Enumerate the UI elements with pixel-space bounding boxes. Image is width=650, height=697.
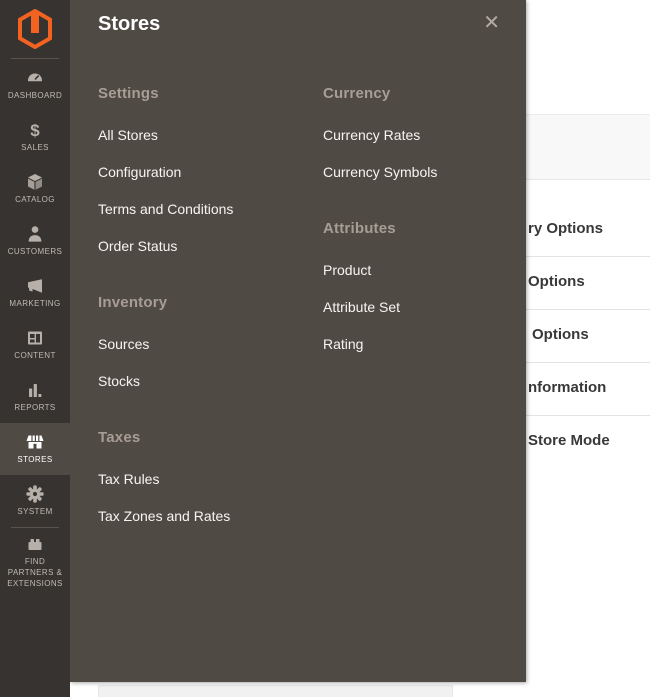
sidebar-item-label: CUSTOMERS [8,247,63,258]
flyout-section-inventory: Inventory Sources Stocks [98,294,313,389]
sidebar-item-label: STORES [17,455,52,466]
flyout-section-currency: Currency Currency Rates Currency Symbols [323,85,513,180]
menu-item-configuration[interactable]: Configuration [98,165,313,180]
page-content-block [98,685,453,697]
sidebar-item-customers[interactable]: CUSTOMERS [0,215,70,267]
section-heading: Taxes [98,429,313,446]
sidebar-item-sales[interactable]: $ SALES [0,111,70,163]
stores-flyout-menu: Stores ✕ Settings All Stores Configurati… [70,0,526,682]
gear-icon [25,484,45,504]
admin-sidebar: DASHBOARD $ SALES CATALOG [0,0,70,697]
menu-item-order-status[interactable]: Order Status [98,239,313,254]
config-section-title: Options [528,273,585,290]
sidebar-item-label: SYSTEM [17,507,52,518]
screen: ry Options Options Options nformation St… [0,0,650,697]
flyout-section-taxes: Taxes Tax Rules Tax Zones and Rates [98,429,313,524]
config-section-title: Options [532,326,589,343]
sidebar-item-label: SALES [21,143,49,154]
magento-logo[interactable] [0,0,70,58]
sidebar-item-dashboard[interactable]: DASHBOARD [0,59,70,111]
section-heading: Inventory [98,294,313,311]
sidebar-item-label: CATALOG [15,195,55,206]
sidebar-item-stores[interactable]: STORES [0,423,70,475]
flyout-section-attributes: Attributes Product Attribute Set Rating [323,220,513,352]
box-icon [25,172,45,192]
person-icon [25,224,45,244]
brick-icon [25,534,45,554]
config-section-title: Store Mode [528,432,610,449]
menu-item-currency-symbols[interactable]: Currency Symbols [323,165,513,180]
storefront-icon [24,432,46,452]
menu-item-sources[interactable]: Sources [98,337,313,352]
megaphone-icon [25,276,45,296]
menu-item-product[interactable]: Product [323,263,513,278]
layout-icon [25,328,45,348]
gauge-icon [25,68,45,88]
menu-item-stocks[interactable]: Stocks [98,374,313,389]
menu-item-rating[interactable]: Rating [323,337,513,352]
config-section-title: ry Options [528,220,603,237]
dollar-icon: $ [25,120,45,140]
sidebar-item-label: REPORTS [14,403,55,414]
menu-item-attribute-set[interactable]: Attribute Set [323,300,513,315]
flyout-column-right: Currency Currency Rates Currency Symbols… [323,85,513,392]
flyout-title: Stores [98,13,160,36]
sidebar-item-reports[interactable]: REPORTS [0,371,70,423]
close-icon[interactable]: ✕ [479,8,504,37]
sidebar-item-catalog[interactable]: CATALOG [0,163,70,215]
svg-text:$: $ [30,121,40,140]
sidebar-item-system[interactable]: SYSTEM [0,475,70,527]
section-heading: Settings [98,85,313,102]
bar-chart-icon [25,380,45,400]
sidebar-item-label: MARKETING [9,299,60,310]
flyout-section-settings: Settings All Stores Configuration Terms … [98,85,313,254]
menu-item-terms-and-conditions[interactable]: Terms and Conditions [98,202,313,217]
menu-item-currency-rates[interactable]: Currency Rates [323,128,513,143]
section-heading: Currency [323,85,513,102]
sidebar-item-label: FIND PARTNERS & EXTENSIONS [2,557,68,589]
sidebar-item-label: CONTENT [14,351,55,362]
config-section-title: nformation [528,379,606,396]
menu-item-tax-zones-and-rates[interactable]: Tax Zones and Rates [98,509,313,524]
sidebar-item-content[interactable]: CONTENT [0,319,70,371]
sidebar-item-label: DASHBOARD [8,91,62,102]
sidebar-item-find-partners[interactable]: FIND PARTNERS & EXTENSIONS [0,528,70,596]
sidebar-item-marketing[interactable]: MARKETING [0,267,70,319]
menu-item-all-stores[interactable]: All Stores [98,128,313,143]
menu-item-tax-rules[interactable]: Tax Rules [98,472,313,487]
flyout-column-left: Settings All Stores Configuration Terms … [98,85,313,564]
section-heading: Attributes [323,220,513,237]
